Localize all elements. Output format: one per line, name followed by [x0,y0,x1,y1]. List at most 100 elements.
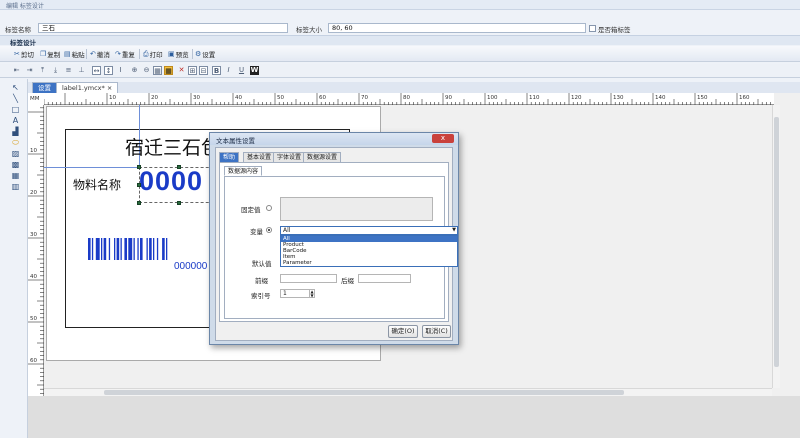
underline-icon[interactable]: U [237,66,246,75]
selection-box[interactable] [137,165,219,205]
align-center-icon[interactable]: ⊥ [77,66,86,75]
barcode-bar [91,238,94,260]
variable-label: 变量 [250,228,263,236]
paste-button[interactable]: ▤ 粘贴 [64,49,85,59]
tab-settings[interactable]: 设置 [32,82,57,93]
align-middle-icon[interactable]: ≡ [64,66,73,75]
stepper-arrows-icon[interactable]: ▲ ▼ [309,290,314,297]
window-title: 编辑 标签设计 [6,3,44,10]
ruler-label: 10 [30,148,37,154]
undo-button[interactable]: ↶ 撤消 [90,49,110,59]
barcode-graphic[interactable] [88,238,218,260]
same-width-icon[interactable]: ↔ [92,66,101,75]
fixed-value-input[interactable] [280,197,433,221]
variable-options-list[interactable]: All Product BarCode Item Parameter [280,235,458,267]
dropdown-arrow-icon[interactable]: ▼ [452,227,456,234]
resize-handle[interactable] [137,201,141,205]
cut-button[interactable]: ✂ 剪切 [14,49,34,59]
align-right-icon[interactable]: ⇥ [25,66,34,75]
tab-datasource-settings[interactable]: 数据源设置 [303,152,342,162]
italic-icon[interactable]: I [224,66,233,75]
ruler-label: 10 [109,95,116,101]
label-size-input[interactable]: 80, 60 [328,23,586,33]
ruler-label: 20 [30,190,37,196]
ruler-label: 140 [655,95,666,101]
align-left-icon[interactable]: ⇤ [12,66,21,75]
ruler-label: 120 [571,95,582,101]
ok-button[interactable]: 确定(O) [388,325,418,338]
pack-label-checkbox[interactable] [589,25,596,32]
preview-button[interactable]: ▣ 预览 [168,49,189,59]
tab-help[interactable]: 帮助 [219,152,240,162]
group-icon[interactable]: ⊞ [188,66,197,75]
option-parameter[interactable]: Parameter [281,260,457,266]
vertical-scroll-thumb[interactable] [774,117,779,367]
close-button[interactable]: x [432,134,454,143]
horizontal-scrollbar[interactable] [44,388,772,396]
align-top-icon[interactable]: ⤒ [38,66,47,75]
label-title-text[interactable]: 宿迁三石包 [125,133,220,160]
tab-label1[interactable]: label1.ymcx* × [56,82,119,93]
suffix-input[interactable] [358,274,411,283]
dialog-title-bar[interactable]: 文本属性设置 x [210,133,458,145]
document-tabs: 设置 label1.ymcx* × [28,82,800,93]
align-bottom-icon[interactable]: ⤓ [51,66,60,75]
zoom-out-icon[interactable]: ⊖ [142,66,151,75]
prefix-input[interactable] [280,274,337,283]
resize-handle[interactable] [177,165,181,169]
close-tab-icon[interactable]: × [107,84,112,92]
bold-icon[interactable]: B [212,66,221,75]
zoom-in-icon[interactable]: ⊕ [130,66,139,75]
pack-label-text: 是否箱标签 [598,26,631,34]
tab-datasource-content[interactable]: 数据源内容 [224,166,263,176]
print-button[interactable]: ⎙ 打印 [143,49,163,60]
qrcode-tool-icon[interactable]: ▩ [11,160,20,169]
ruler-label: 130 [613,95,624,101]
text-tool-icon[interactable]: A [11,116,20,125]
ellipse-tool-icon[interactable]: ⬭ [11,138,20,147]
table-tool-icon[interactable]: ▦ [11,171,20,180]
resize-handle[interactable] [137,165,141,169]
cancel-button[interactable]: 取消(C) [422,325,451,338]
left-ruler: 10 20 30 40 50 60 [28,105,44,438]
tab-font-settings[interactable]: 字体设置 [273,152,306,162]
alignment-guide [44,167,139,168]
variable-radio[interactable] [266,227,272,233]
index-stepper[interactable]: 1 ▲ ▼ [280,289,315,298]
barcode-text[interactable]: 000000 [174,261,207,272]
ruler-label: 50 [277,95,284,101]
rectangle-tool-icon[interactable]: □ [11,105,20,114]
ruler-label: 150 [697,95,708,101]
suffix-label: 后缀 [341,277,354,285]
word-wrap-icon[interactable]: W [250,66,259,75]
redo-button[interactable]: ↷ 重复 [115,49,135,59]
pointer-tool-icon[interactable]: ↖ [11,83,20,92]
horizontal-scroll-thumb[interactable] [104,390,624,395]
tab-basic-settings[interactable]: 基本设置 [243,152,276,162]
variable-select[interactable]: All ▼ [280,226,458,235]
fit-page-icon[interactable]: ▦ [153,66,162,75]
image-tool-icon[interactable]: ▨ [11,149,20,158]
resize-handle[interactable] [137,183,141,187]
barcode-bar [146,238,148,260]
delete-icon[interactable]: ✕ [177,66,186,75]
resize-handle[interactable] [177,201,181,205]
chart-tool-icon[interactable]: ▟ [11,127,20,136]
vertical-scrollbar[interactable] [772,105,780,388]
toolbar-separator [139,49,140,59]
tab-content-panel: 数据源内容 固定值 变量 All ▼ All Product BarCode I… [219,162,458,322]
preview-icon: ▣ [168,50,175,58]
ungroup-icon[interactable]: ⊟ [199,66,208,75]
fixed-value-radio[interactable] [266,205,272,211]
settings-button[interactable]: ⚙ 设置 [195,49,215,59]
line-tool-icon[interactable]: ╲ [11,94,20,103]
ruler-label: 20 [151,95,158,101]
text-cursor-icon[interactable]: I [116,66,125,75]
barcode-tool-icon[interactable]: ▥ [11,182,20,191]
text-properties-dialog: 文本属性设置 x 帮助 基本设置 字体设置 数据源设置 数据源内容 固定值 变量… [209,132,459,345]
label-field-name[interactable]: 物料名称 [73,176,121,193]
same-height-icon[interactable]: ↕ [104,66,113,75]
grid-toggle-icon[interactable]: ▦ [164,66,173,75]
label-name-input[interactable]: 三石 [38,23,288,33]
copy-button[interactable]: ❐ 复制 [40,49,60,59]
